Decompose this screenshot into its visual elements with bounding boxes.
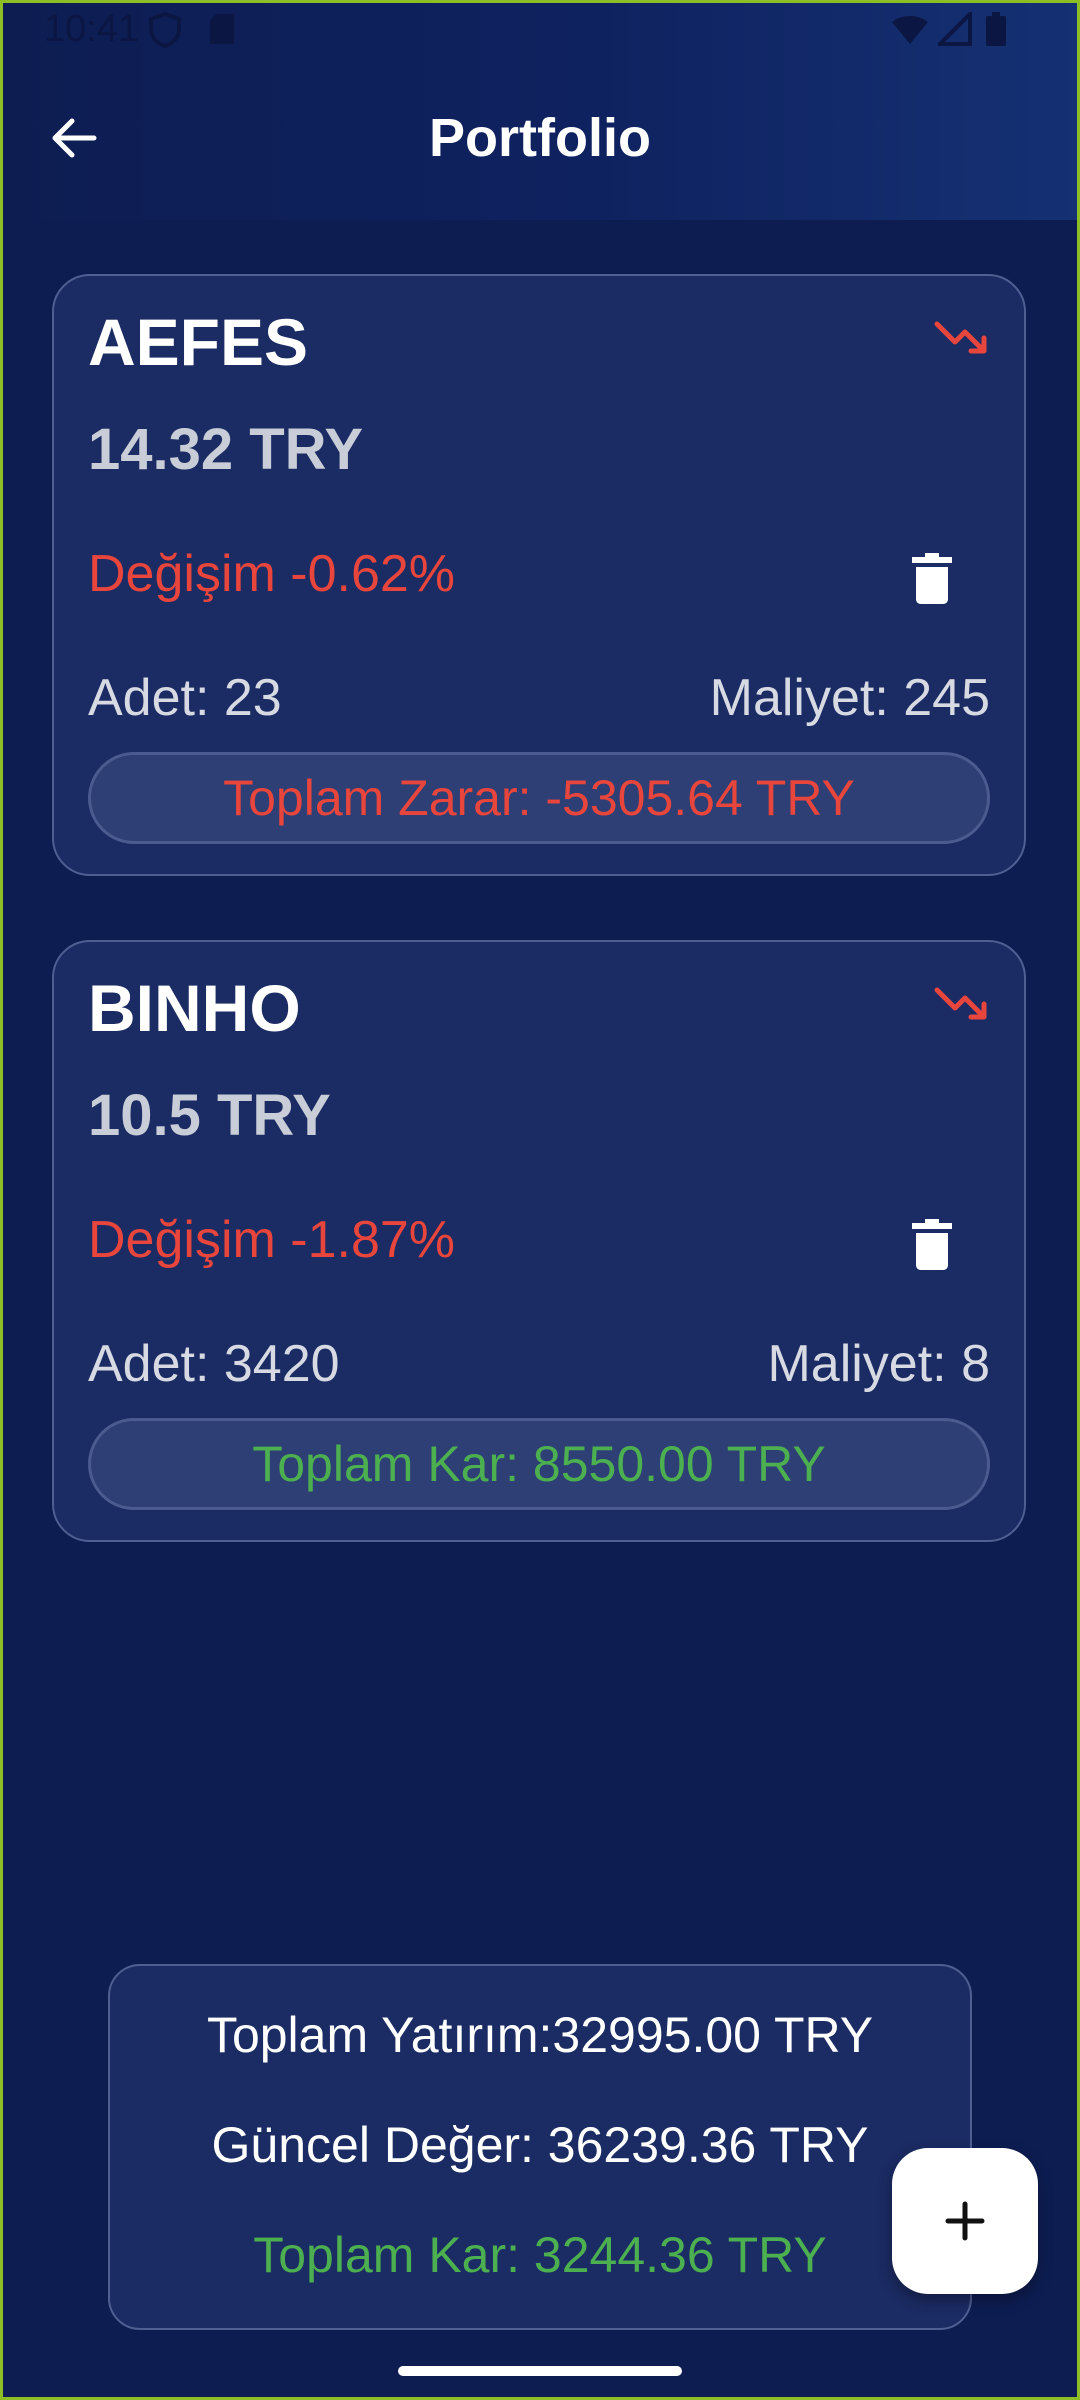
- stock-quantity: Adet: 23: [88, 669, 282, 727]
- stock-symbol: AEFES: [88, 305, 309, 379]
- trending-down-icon: [934, 984, 990, 1028]
- current-value: Güncel Değer: 36239.36 TRY: [211, 2117, 869, 2173]
- portfolio-summary: Toplam Yatırım:32995.00 TRY Güncel Değer…: [108, 1964, 972, 2330]
- stock-symbol: BINHO: [88, 971, 301, 1045]
- stock-price: 14.32 TRY: [88, 417, 364, 482]
- delete-button[interactable]: [900, 1210, 964, 1280]
- battery-icon: [986, 12, 1006, 51]
- trending-down-icon: [934, 318, 990, 362]
- trash-icon: [912, 553, 952, 604]
- total-profit: Toplam Kar: 3244.36 TRY: [253, 2227, 827, 2283]
- page-title: Portfolio: [429, 108, 651, 168]
- shield-icon: [148, 11, 182, 53]
- stock-card[interactable]: AEFES 14.32 TRY Değişim -0.62% Adet: 23 …: [52, 274, 1026, 876]
- wifi-icon: [890, 12, 930, 51]
- delete-button[interactable]: [900, 544, 964, 614]
- signal-icon: [935, 9, 972, 51]
- stock-price: 10.5 TRY: [88, 1083, 331, 1148]
- stock-card[interactable]: BINHO 10.5 TRY Değişim -1.87% Adet: 3420…: [52, 940, 1026, 1542]
- trash-icon: [912, 1219, 952, 1270]
- home-indicator[interactable]: [398, 2366, 682, 2376]
- status-time: 10:41: [44, 8, 140, 50]
- stock-total-badge: Toplam Zarar: -5305.64 TRY: [88, 752, 990, 844]
- stock-change: Değişim -1.87%: [88, 1211, 456, 1269]
- stock-change: Değişim -0.62%: [88, 545, 456, 603]
- plus-icon: [945, 2201, 985, 2241]
- total-investment: Toplam Yatırım:32995.00 TRY: [206, 2007, 874, 2063]
- add-stock-button[interactable]: [892, 2148, 1038, 2294]
- stock-quantity: Adet: 3420: [88, 1335, 340, 1393]
- stock-total-badge: Toplam Kar: 8550.00 TRY: [88, 1418, 990, 1510]
- status-bar: 10:41: [0, 0, 1080, 60]
- stock-cost: Maliyet: 245: [709, 669, 990, 727]
- stock-cost: Maliyet: 8: [767, 1335, 990, 1393]
- sd-card-icon: [208, 12, 236, 51]
